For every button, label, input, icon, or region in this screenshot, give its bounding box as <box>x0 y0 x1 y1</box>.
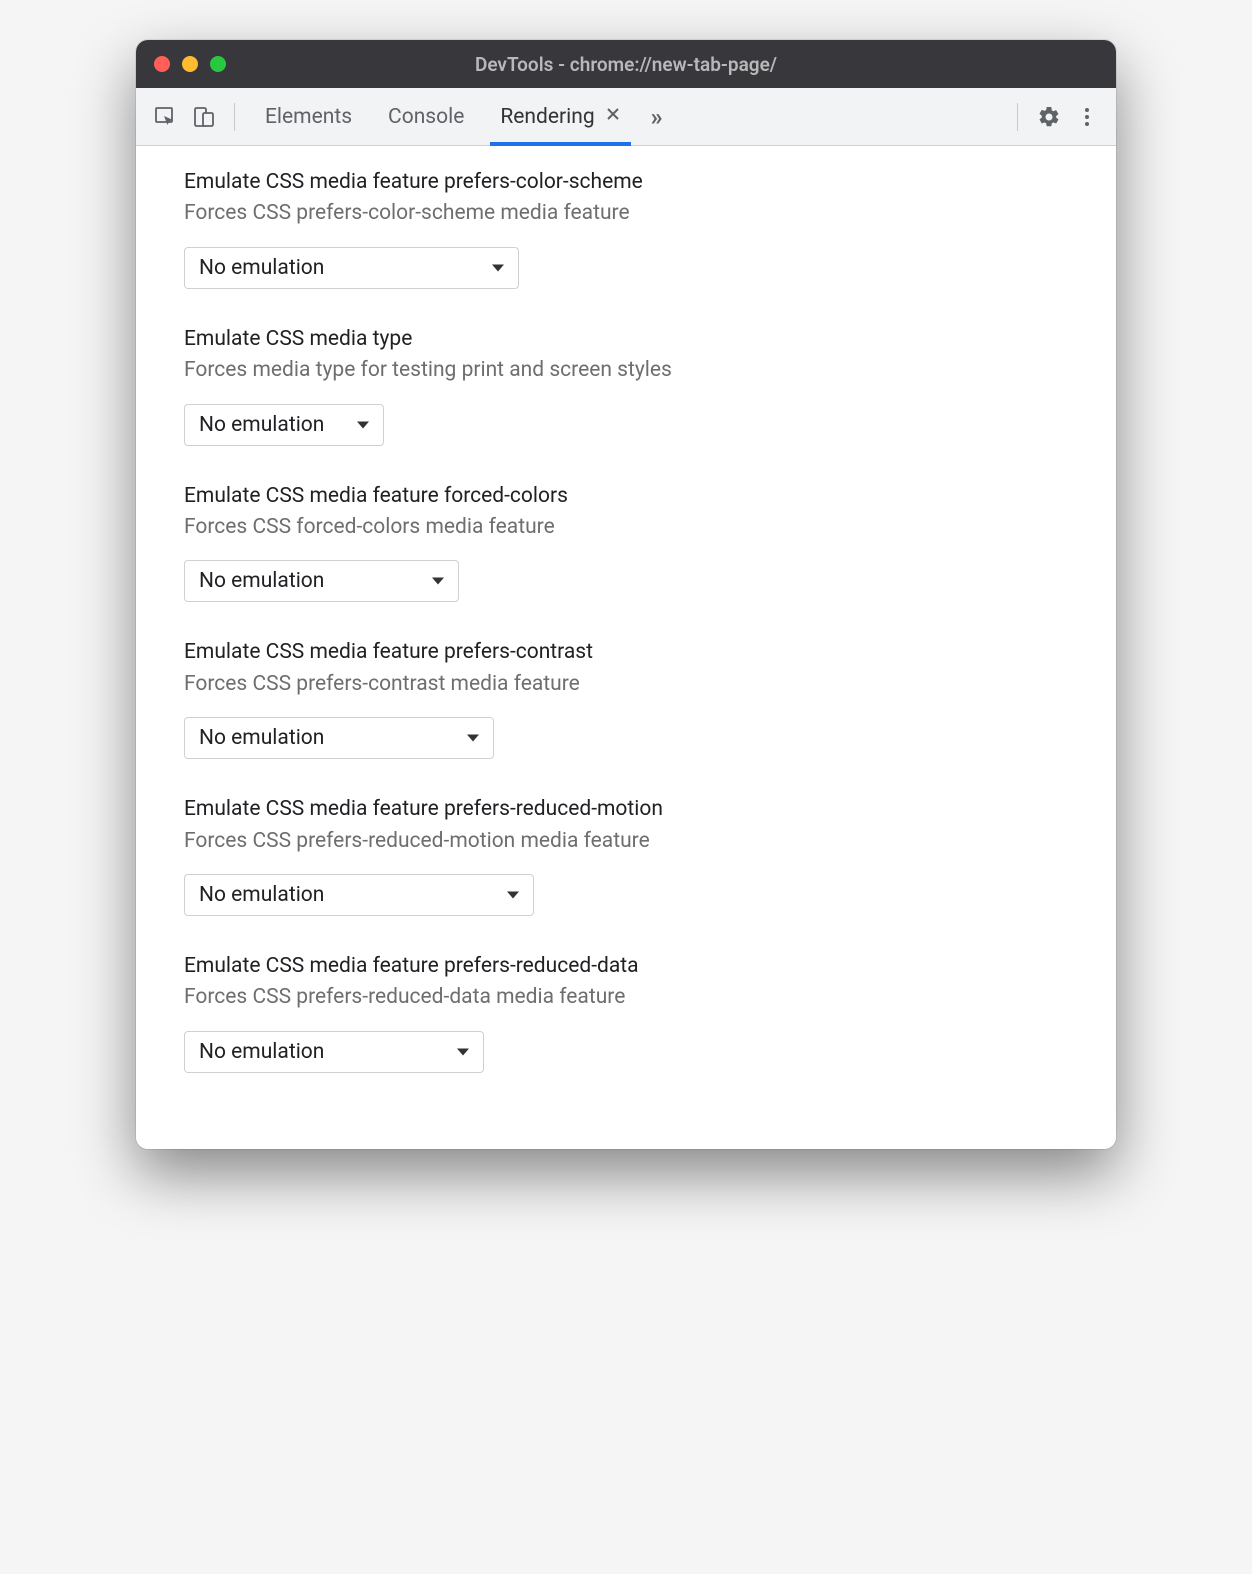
rendering-panel: Emulate CSS media feature prefers-color-… <box>136 146 1116 1149</box>
window-title: DevTools - chrome://new-tab-page/ <box>475 53 777 76</box>
section-title: Emulate CSS media feature prefers-color-… <box>184 168 1068 197</box>
select-prefers-reduced-data[interactable]: No emulation <box>184 1031 484 1073</box>
section-title: Emulate CSS media feature prefers-reduce… <box>184 795 1068 824</box>
section-prefers-contrast: Emulate CSS media feature prefers-contra… <box>184 638 1068 759</box>
more-options-icon[interactable] <box>1070 100 1104 134</box>
select-prefers-reduced-motion[interactable]: No emulation <box>184 874 534 916</box>
section-forced-colors: Emulate CSS media feature forced-colors … <box>184 482 1068 603</box>
section-desc: Forces CSS prefers-reduced-data media fe… <box>184 983 1068 1012</box>
section-title: Emulate CSS media feature prefers-reduce… <box>184 952 1068 981</box>
section-desc: Forces CSS prefers-reduced-motion media … <box>184 827 1068 856</box>
close-tab-icon[interactable] <box>605 106 621 127</box>
section-desc: Forces CSS prefers-color-scheme media fe… <box>184 199 1068 228</box>
toolbar-divider <box>234 103 235 131</box>
section-prefers-reduced-motion: Emulate CSS media feature prefers-reduce… <box>184 795 1068 916</box>
select-value: No emulation <box>199 883 519 907</box>
tab-label: Rendering <box>500 105 594 129</box>
section-prefers-color-scheme: Emulate CSS media feature prefers-color-… <box>184 168 1068 289</box>
toolbar-divider <box>1017 103 1018 131</box>
section-media-type: Emulate CSS media type Forces media type… <box>184 325 1068 446</box>
chevron-down-icon <box>457 1048 469 1055</box>
titlebar: DevTools - chrome://new-tab-page/ <box>136 40 1116 88</box>
chevron-down-icon <box>492 264 504 271</box>
section-title: Emulate CSS media type <box>184 325 1068 354</box>
tab-label: Elements <box>265 105 352 129</box>
select-prefers-contrast[interactable]: No emulation <box>184 717 494 759</box>
section-desc: Forces CSS forced-colors media feature <box>184 513 1068 542</box>
chevron-down-icon <box>467 735 479 742</box>
chevron-down-icon <box>432 578 444 585</box>
more-tabs-icon[interactable]: » <box>641 103 670 131</box>
inspect-element-icon[interactable] <box>148 100 182 134</box>
device-toggle-icon[interactable] <box>186 100 220 134</box>
section-desc: Forces media type for testing print and … <box>184 356 1068 385</box>
section-title: Emulate CSS media feature forced-colors <box>184 482 1068 511</box>
select-value: No emulation <box>199 256 504 280</box>
maximize-window-button[interactable] <box>210 56 226 72</box>
traffic-lights <box>154 56 226 72</box>
tab-console[interactable]: Console <box>372 88 480 146</box>
section-desc: Forces CSS prefers-contrast media featur… <box>184 670 1068 699</box>
section-prefers-reduced-data: Emulate CSS media feature prefers-reduce… <box>184 952 1068 1073</box>
select-value: No emulation <box>199 1040 469 1064</box>
minimize-window-button[interactable] <box>182 56 198 72</box>
section-title: Emulate CSS media feature prefers-contra… <box>184 638 1068 667</box>
tab-elements[interactable]: Elements <box>249 88 368 146</box>
chevron-down-icon <box>507 891 519 898</box>
chevron-down-icon <box>357 421 369 428</box>
select-value: No emulation <box>199 569 444 593</box>
devtools-window: DevTools - chrome://new-tab-page/ Elemen… <box>136 40 1116 1149</box>
select-forced-colors[interactable]: No emulation <box>184 560 459 602</box>
select-value: No emulation <box>199 726 479 750</box>
tab-rendering[interactable]: Rendering <box>484 88 636 146</box>
select-value: No emulation <box>199 413 369 437</box>
settings-gear-icon[interactable] <box>1032 100 1066 134</box>
select-media-type[interactable]: No emulation <box>184 404 384 446</box>
devtools-toolbar: Elements Console Rendering » <box>136 88 1116 146</box>
select-prefers-color-scheme[interactable]: No emulation <box>184 247 519 289</box>
close-window-button[interactable] <box>154 56 170 72</box>
tab-label: Console <box>388 105 464 129</box>
